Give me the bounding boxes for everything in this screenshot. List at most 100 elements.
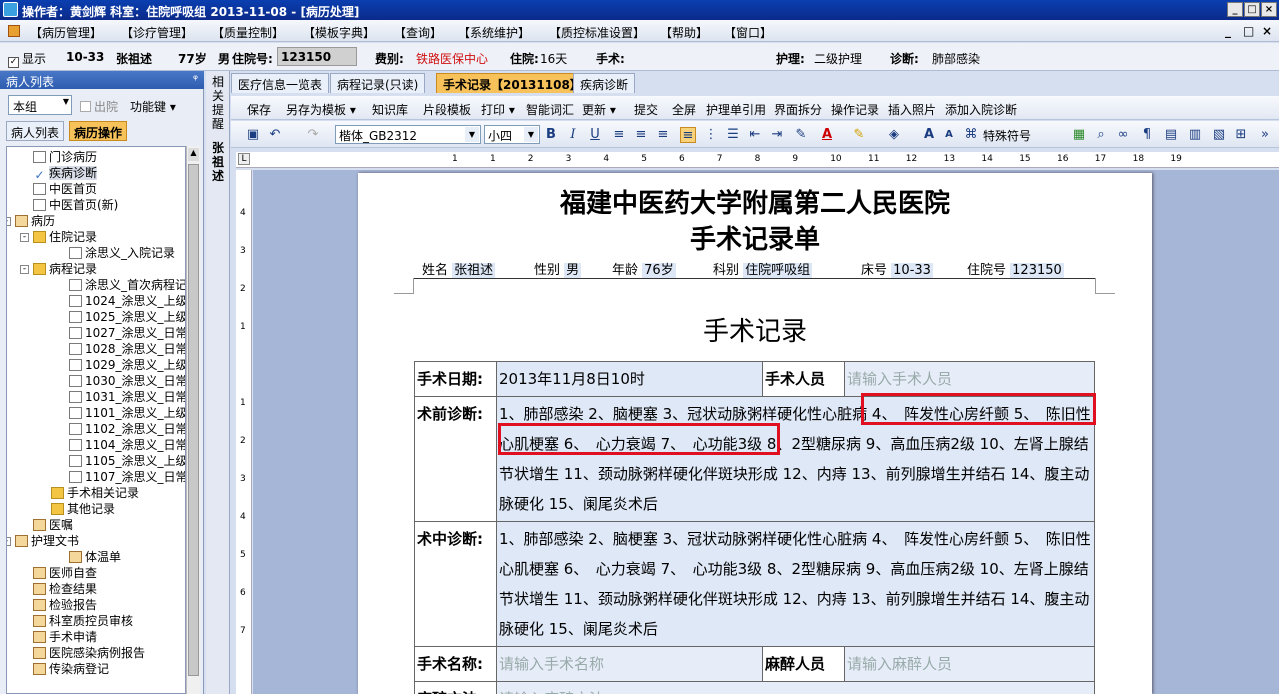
underline-icon[interactable]: U	[587, 127, 603, 143]
menu-template-dict[interactable]: 【模板字典】	[303, 24, 375, 41]
minimize-button[interactable]: _	[1227, 2, 1243, 17]
tree-item[interactable]: - 病历	[7, 213, 55, 229]
maximize-button[interactable]: □	[1244, 2, 1260, 17]
admission-number-field[interactable]: 123150	[277, 47, 357, 66]
tab-progress-readonly[interactable]: 病程记录(只读)	[330, 73, 426, 93]
more-tools-icon[interactable]: ⊞	[1233, 127, 1249, 143]
tab-surgery-record[interactable]: 手术记录【20131108】	[436, 73, 589, 93]
menu-qc-standard[interactable]: 【质控标准设置】	[549, 24, 645, 41]
tree-item[interactable]: 1029_涂思义_上级	[69, 357, 185, 373]
tree-item[interactable]: 涂思义_首次病程记	[69, 277, 185, 293]
tree-item[interactable]: 传染病登记	[33, 661, 109, 677]
menu-treatment-mgmt[interactable]: 【诊疗管理】	[121, 24, 193, 41]
tree-item[interactable]: 检验报告	[33, 597, 97, 613]
date-field[interactable]: 2013年11月8日10时	[496, 361, 763, 397]
group-select[interactable]: 本组 ▼	[8, 95, 72, 115]
save-icon[interactable]: ▣	[245, 127, 261, 143]
binoculars-icon[interactable]: ∞	[1115, 127, 1131, 143]
discharge-checkbox[interactable]: 出院	[80, 98, 118, 115]
anesthesia-method-input[interactable]: 请输入麻醉方法	[496, 681, 1095, 694]
pin-icon[interactable]: ᵠ	[193, 72, 198, 86]
tree-item[interactable]: 1027_涂思义_日常	[69, 325, 185, 341]
special-symbol-icon[interactable]: ⌘	[963, 127, 979, 143]
menu-record-mgmt[interactable]: 【病历管理】	[30, 24, 102, 41]
special-symbol-button[interactable]: 特殊符号	[983, 127, 1031, 144]
tree-item[interactable]: 1102_涂思义_日常	[69, 421, 185, 437]
shading-icon[interactable]: ◈	[886, 127, 902, 143]
tree-item[interactable]: 1104_涂思义_日常	[69, 437, 185, 453]
smart-vocab-action[interactable]: 智能词汇	[526, 101, 574, 118]
tree-expander-icon[interactable]: -	[7, 217, 11, 226]
tree-item[interactable]: 1024_涂思义_上级	[69, 293, 185, 309]
tree-item[interactable]: 1031_涂思义_日常	[69, 389, 185, 405]
tree-item[interactable]: 1107_涂思义_日常	[69, 469, 185, 485]
tree-item[interactable]: 中医首页	[33, 181, 97, 197]
menu-query[interactable]: 【查询】	[394, 24, 442, 41]
indent-icon[interactable]: ⇥	[769, 127, 785, 143]
nursing-ref-action[interactable]: 护理单引用	[706, 101, 766, 118]
tab-medical-overview[interactable]: 医疗信息一览表	[231, 73, 330, 93]
staff-input[interactable]: 请输入手术人员	[844, 361, 1095, 397]
column-icon[interactable]: ▥	[1187, 127, 1203, 143]
tree-item[interactable]: 1025_涂思义_上级	[69, 309, 185, 325]
document-page[interactable]: 福建中医药大学附属第二人民医院 手术记录单 姓名 张祖述 性别 男 年龄 76岁…	[358, 173, 1152, 694]
tree-scrollbar[interactable]: ▲	[186, 146, 200, 694]
bold-icon[interactable]: B	[543, 127, 559, 143]
tree-item[interactable]: - 病程记录	[20, 261, 97, 277]
menu-system[interactable]: 【系统维护】	[458, 24, 530, 41]
tree-item[interactable]: - 护理文书	[7, 533, 79, 549]
tree-item[interactable]: 门诊病历	[33, 149, 97, 165]
tree-expander-icon[interactable]: -	[7, 537, 11, 546]
update-action[interactable]: 更新 ▾	[582, 101, 616, 118]
save-as-template-action[interactable]: 另存为模板 ▾	[286, 101, 356, 118]
menu-quality-control[interactable]: 【质量控制】	[212, 24, 284, 41]
scroll-up-icon[interactable]: ▲	[188, 148, 199, 161]
function-key-menu[interactable]: 功能键 ▾	[130, 98, 176, 115]
tree-item[interactable]: 1101_涂思义_上级	[69, 405, 185, 421]
fragment-template-action[interactable]: 片段模板	[423, 101, 471, 118]
tree-item[interactable]: ✓ 疾病诊断	[33, 165, 98, 181]
search-icon[interactable]: ⌕	[1093, 127, 1109, 143]
tab-diagnosis[interactable]: 疾病诊断	[573, 73, 636, 93]
scroll-thumb[interactable]	[188, 164, 199, 676]
bullet-list-icon[interactable]: ☰	[725, 127, 741, 143]
pre-diagnosis-field[interactable]: 1、肺部感染 2、脑梗塞 3、冠状动脉粥样硬化性心脏病 4、 阵发性心房纤颤 5…	[496, 396, 1095, 522]
show-checkbox[interactable]: ✓ 显示	[8, 50, 46, 68]
split-view-action[interactable]: 界面拆分	[774, 101, 822, 118]
tree-item[interactable]: 医师自查	[33, 565, 97, 581]
shrink-font-icon[interactable]: A	[941, 127, 957, 143]
tree-item[interactable]: 涂思义_入院记录	[69, 245, 175, 261]
tree-item[interactable]: - 住院记录	[20, 229, 97, 245]
tree-item[interactable]: 手术相关记录	[51, 485, 139, 501]
numbered-list-icon[interactable]: ⋮	[703, 127, 719, 143]
style-icon[interactable]: ¶	[1139, 127, 1155, 143]
intra-diagnosis-field[interactable]: 1、肺部感染 2、脑梗塞 3、冠状动脉粥样硬化性心脏病 4、 阵发性心房纤颤 5…	[496, 521, 1095, 647]
add-admission-diag-action[interactable]: 添加入院诊断	[945, 101, 1017, 118]
tree-item[interactable]: 医嘱	[33, 517, 73, 533]
mdi-restore-button[interactable]: □	[1243, 24, 1254, 38]
tab-record-ops[interactable]: 病历操作	[69, 121, 128, 141]
mdi-minimize-button[interactable]: _	[1225, 24, 1231, 38]
close-button[interactable]: ×	[1261, 2, 1277, 17]
highlight-icon[interactable]: ✎	[851, 127, 867, 143]
font-color-icon[interactable]: A	[819, 127, 835, 143]
undo-icon[interactable]: ↶	[267, 127, 283, 143]
align-left-icon[interactable]: ≡	[611, 127, 627, 143]
italic-icon[interactable]: I	[565, 127, 581, 143]
submit-action[interactable]: 提交	[634, 101, 658, 118]
insert-photo-action[interactable]: 插入照片	[888, 101, 936, 118]
tree-item[interactable]: 1028_涂思义_日常	[69, 341, 185, 357]
tab-stop-icon[interactable]: L	[238, 153, 250, 165]
menu-window[interactable]: 【窗口】	[724, 24, 772, 41]
tree-expander-icon[interactable]: -	[20, 233, 29, 242]
align-center-icon[interactable]: ≡	[633, 127, 649, 143]
justify-icon[interactable]: ≡	[680, 127, 696, 143]
tree-item[interactable]: 1030_涂思义_日常	[69, 373, 185, 389]
operation-name-input[interactable]: 请输入手术名称	[496, 646, 763, 682]
tab-patient-name[interactable]: 张祖述	[211, 141, 225, 183]
tree-item[interactable]: 手术申请	[33, 629, 97, 645]
insert-table-icon[interactable]: ▦	[1071, 127, 1087, 143]
redo-icon[interactable]: ↷	[305, 127, 321, 143]
save-action[interactable]: 保存	[247, 101, 271, 118]
align-right-icon[interactable]: ≡	[655, 127, 671, 143]
